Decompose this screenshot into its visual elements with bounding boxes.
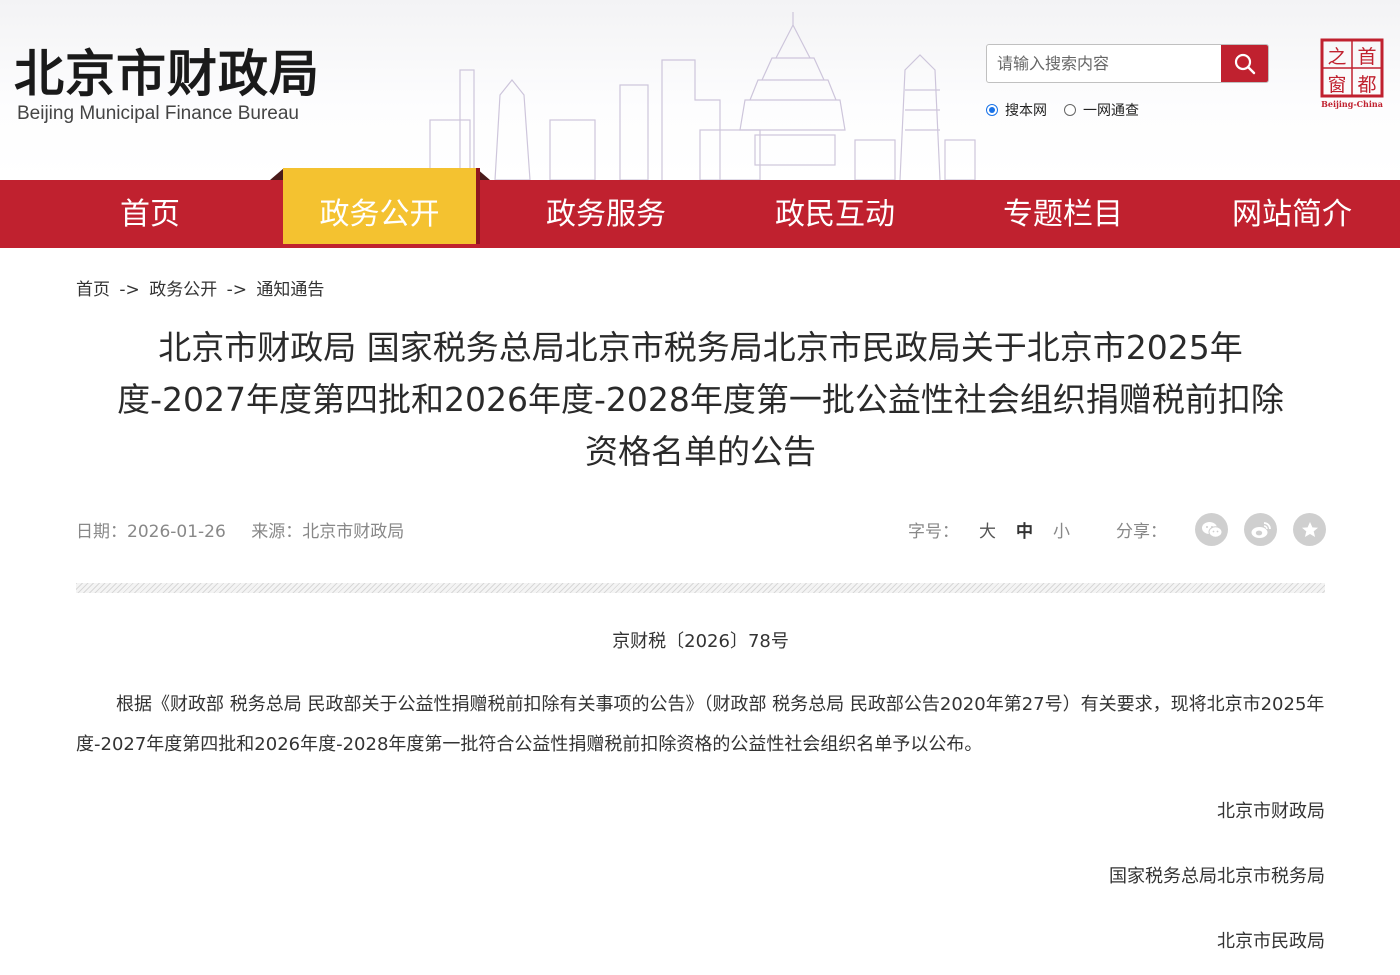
nav-item-special-topics[interactable]: 专题栏目 bbox=[963, 180, 1163, 248]
radio-label: 一网通查 bbox=[1083, 103, 1139, 119]
article-meta: 日期：2026-01-26 来源：北京市财政局 bbox=[76, 517, 404, 542]
signature-civil-affairs-bureau: 北京市民政局 bbox=[1217, 931, 1325, 952]
capital-window-logo[interactable]: 之 首 窗 都 Beijing-China bbox=[1320, 38, 1384, 110]
capital-logo-char: 都 bbox=[1357, 74, 1376, 96]
wechat-icon bbox=[1201, 521, 1222, 538]
article-body-paragraph: 根据《财政部 税务总局 民政部关于公益性捐赠税前扣除有关事项的公告》（财政部 税… bbox=[76, 694, 1325, 755]
radio-checked-icon bbox=[986, 104, 998, 116]
breadcrumb-separator: -> bbox=[226, 280, 247, 300]
star-icon bbox=[1301, 521, 1318, 537]
capital-logo-char: 窗 bbox=[1327, 74, 1346, 96]
article-divider bbox=[76, 583, 1325, 593]
search-scope-radios: 搜本网 一网通查 bbox=[986, 100, 1156, 120]
nav-item-government-affairs[interactable]: 政务公开 bbox=[283, 168, 476, 244]
share-weibo-button[interactable] bbox=[1244, 513, 1277, 546]
nav-item-about-site[interactable]: 网站简介 bbox=[1192, 180, 1392, 248]
article-title-line: 度-2027年度第四批和2026年度-2028年度第一批公益性社会组织捐赠税前扣… bbox=[117, 380, 1284, 419]
search-icon bbox=[1234, 53, 1255, 74]
weibo-icon bbox=[1251, 521, 1271, 538]
site-logo-title[interactable]: 北京市财政局 bbox=[14, 34, 320, 106]
beijing-skyline-illustration bbox=[429, 12, 976, 180]
article-source: 来源：北京市财政局 bbox=[251, 522, 405, 542]
breadcrumb: 首页 -> 政务公开 -> 通知通告 bbox=[76, 275, 324, 300]
nav-active-notch-left bbox=[270, 168, 284, 180]
radio-search-all[interactable]: 一网通查 bbox=[1064, 100, 1139, 120]
font-size-control: 字号： 大 中 小 bbox=[908, 517, 1070, 542]
search-box bbox=[986, 44, 1269, 83]
site-logo-subtitle: Beijing Municipal Finance Bureau bbox=[17, 103, 299, 124]
article-title-line: 北京市财政局 国家税务总局北京市税务局北京市民政局关于北京市2025年 bbox=[158, 328, 1243, 367]
breadcrumb-item-government-affairs[interactable]: 政务公开 bbox=[149, 280, 217, 300]
capital-logo-char: 之 bbox=[1327, 46, 1346, 68]
nav-item-home[interactable]: 首页 bbox=[50, 180, 250, 248]
breadcrumb-item-notices[interactable]: 通知通告 bbox=[256, 280, 324, 300]
nav-item-interaction[interactable]: 政民互动 bbox=[735, 180, 935, 248]
search-input[interactable] bbox=[987, 45, 1221, 82]
share-wechat-button[interactable] bbox=[1195, 513, 1228, 546]
article-title-line: 资格名单的公告 bbox=[585, 432, 816, 471]
font-size-medium[interactable]: 中 bbox=[1016, 517, 1033, 542]
radio-search-site[interactable]: 搜本网 bbox=[986, 100, 1047, 120]
capital-logo-caption: Beijing-China bbox=[1321, 99, 1383, 109]
document-number: 京财税〔2026〕78号 bbox=[612, 631, 789, 652]
nav-active-notch-right bbox=[476, 168, 490, 180]
share-label: 分享： bbox=[1116, 522, 1167, 542]
signature-tax-bureau: 国家税务总局北京市税务局 bbox=[1109, 866, 1325, 887]
article-title: 北京市财政局 国家税务总局北京市税务局北京市民政局关于北京市2025年 度-20… bbox=[76, 322, 1325, 478]
main-nav: 首页 政务公开 政务服务 政民互动 专题栏目 网站简介 bbox=[0, 168, 1400, 248]
breadcrumb-separator: -> bbox=[119, 280, 140, 300]
share-favorite-button[interactable] bbox=[1293, 513, 1326, 546]
signature-finance-bureau: 北京市财政局 bbox=[1217, 801, 1325, 822]
capital-logo-char: 首 bbox=[1357, 46, 1376, 68]
radio-label: 搜本网 bbox=[1005, 103, 1047, 119]
article-date: 日期：2026-01-26 bbox=[76, 522, 226, 542]
font-size-label: 字号： bbox=[908, 522, 959, 542]
search-button[interactable] bbox=[1221, 45, 1268, 82]
font-size-large[interactable]: 大 bbox=[979, 517, 996, 542]
site-header: 北京市财政局 Beijing Municipal Finance Bureau bbox=[0, 0, 1400, 180]
radio-unchecked-icon bbox=[1064, 104, 1076, 116]
font-size-small[interactable]: 小 bbox=[1053, 517, 1070, 542]
breadcrumb-item-home[interactable]: 首页 bbox=[76, 280, 110, 300]
nav-item-government-services[interactable]: 政务服务 bbox=[506, 180, 706, 248]
